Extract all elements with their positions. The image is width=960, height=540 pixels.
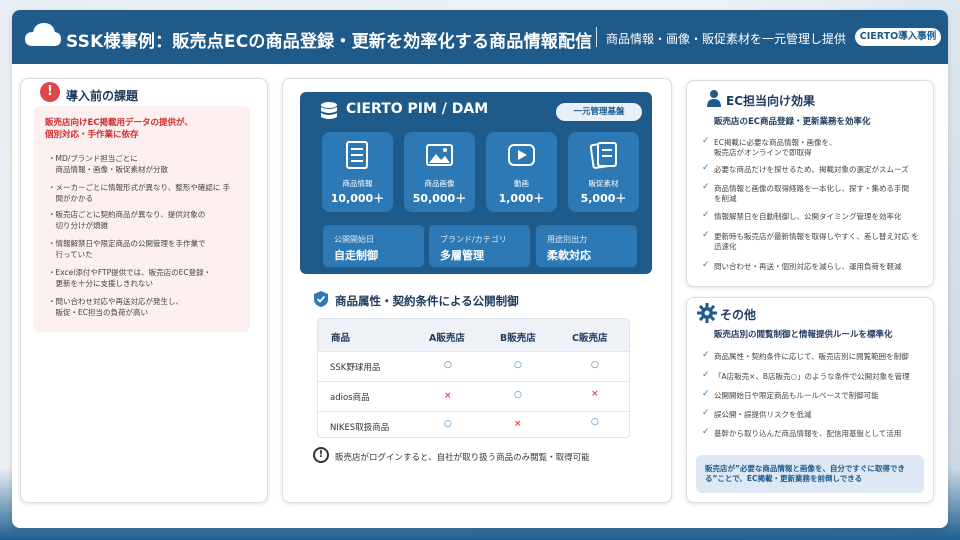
check-icon: ✓ (702, 427, 710, 437)
issues-lead-line1: 販売店向けEC掲載用データの提供が、 (45, 118, 193, 128)
summary-line2: る”ことで、EC掲載・更新業務を前倒しできる (705, 474, 863, 483)
permission-mark: × (444, 391, 452, 401)
header-divider (596, 27, 597, 47)
gear-icon (697, 303, 717, 323)
feature-value: 自走制御 (334, 249, 378, 262)
feature-label: ブランド/カテゴリ (440, 235, 507, 244)
check-icon: ✓ (702, 389, 710, 399)
issue-item: ・販売店ごとに契約商品が異なり、提供対象の 切り分けが煩雑 (48, 210, 206, 230)
feature-tile: 用途別出力 柔軟対応 (536, 225, 637, 267)
feature-label: 公開開始日 (334, 235, 374, 244)
other-lead: 販売店別の閲覧制御と情報提供ルールを標準化 (714, 330, 893, 340)
issue-item: ・問い合わせ対応や再送対応が発生し、 販促・EC担当の負荷が高い (48, 297, 183, 317)
benefit-item: 商品情報と画像の取得経路を一本化し、探す・集める手間 を削減 (714, 184, 909, 203)
benefit-item: 更新時も販売店が最新情報を取得しやすく、差し替え対応 を迅速化 (714, 232, 919, 251)
permission-mark: ○ (444, 419, 452, 429)
feature-tile: 公開開始日 自走制御 (323, 225, 424, 267)
case-badge: CIERTO導入事例 (855, 28, 941, 46)
issues-title: 導入前の課題 (66, 89, 139, 103)
permission-mark: ○ (444, 360, 452, 370)
row-divider (318, 411, 629, 412)
issue-item: ・Excel添付やFTP提供では、販売店のEC登録・ 更新を十分に支援しきれない (48, 268, 212, 288)
benefit-item: 問い合わせ・再送・個別対応を減らし、運用負荷を軽減 (714, 262, 902, 271)
asset-count: 5,000＋ (580, 192, 627, 205)
shield-icon (314, 291, 328, 307)
permission-mark: ○ (514, 360, 522, 370)
permission-mark: ○ (591, 417, 599, 427)
asset-tile: 販促素材 5,000＋ (568, 132, 639, 212)
feature-label: 用途別出力 (547, 235, 587, 244)
cloud-icon (25, 23, 61, 46)
asset-tile: 動画 1,000＋ (486, 132, 557, 212)
check-icon: ✓ (702, 136, 710, 146)
column-header: B販売店 (500, 333, 536, 344)
other-title: その他 (720, 308, 757, 322)
permission-mark: ○ (591, 360, 599, 370)
alert-icon: ! (40, 82, 60, 102)
page-title: SSK様事例：販売点ECの商品登録・更新を効率化する商品情報配信 (66, 32, 593, 52)
asset-label: 商品画像 (424, 179, 455, 188)
permission-mark: × (591, 389, 599, 399)
permission-mark: × (514, 419, 522, 429)
check-icon: ✓ (702, 163, 710, 173)
feature-tile: ブランド/カテゴリ 多層管理 (429, 225, 530, 267)
summary-text: 販売店が”必要な商品情報と画像を、自分ですぐに取得でき る”ことで、EC掲載・更… (705, 464, 905, 484)
database-icon (321, 102, 337, 119)
rule-item: 「A店販売×、B店販売○」のような条件で公開対象を管理 (714, 372, 910, 381)
column-header: A販売店 (429, 333, 465, 344)
check-icon: ✓ (702, 182, 710, 192)
asset-label: 販促素材 (588, 179, 619, 188)
video-icon (508, 144, 535, 166)
rule-item: 公開開始日や限定商品もルールベースで制御可能 (714, 391, 879, 400)
check-icon: ✓ (702, 260, 710, 270)
asset-label: 商品情報 (342, 179, 373, 188)
benefit-item: 必要な商品だけを探せるため、掲載対象の選定がスムーズ (714, 165, 909, 174)
ec-benefits-title: EC担当向け効果 (726, 94, 816, 108)
asset-tile: 商品画像 50,000＋ (404, 132, 475, 212)
benefit-item: 情報解禁日を自動制御し、公開タイミング管理を効率化 (714, 212, 902, 221)
pim-title: CIERTO PIM / DAM (346, 101, 489, 117)
check-icon: ✓ (702, 370, 710, 380)
access-table-title: 商品属性・契約条件による公開制御 (335, 294, 519, 308)
person-icon (707, 90, 721, 107)
row-divider (318, 381, 629, 382)
check-icon: ✓ (702, 210, 710, 220)
issues-lead: 販売店向けEC掲載用データの提供が、 個別対応・手作業に依存 (45, 117, 193, 141)
feature-value: 多層管理 (440, 249, 484, 262)
page-subtitle: 商品情報・画像・販促素材を一元管理し提供 (606, 32, 847, 46)
asset-count: 50,000＋ (412, 192, 467, 205)
issue-item: ・MD/ブランド担当ごとに 商品情報・画像・販促素材が分散 (48, 154, 168, 174)
table-row-label: SSK野球用品 (330, 363, 381, 373)
access-table: 商品 A販売店 B販売店 C販売店 SSK野球用品 ○ ○ ○ adios商品 … (317, 318, 630, 438)
image-icon (426, 144, 453, 166)
check-icon: ✓ (702, 350, 710, 360)
table-row-label: NIKES取扱商品 (330, 423, 390, 433)
permission-mark: ○ (514, 390, 522, 400)
list-icon (346, 141, 368, 169)
feature-value: 柔軟対応 (547, 249, 591, 262)
asset-tile: 商品情報 10,000＋ (322, 132, 393, 212)
ec-benefits-lead: 販売店のEC商品登録・更新業務を効率化 (714, 117, 871, 127)
pim-badge: 一元管理基盤 (556, 103, 642, 121)
row-divider (318, 351, 629, 352)
rule-item: 商品属性・契約条件に応じて、販売店別に閲覧範囲を制御 (714, 352, 909, 361)
asset-label: 動画 (514, 179, 529, 188)
document-icon (589, 142, 617, 169)
asset-count: 1,000＋ (498, 192, 545, 205)
benefit-item: EC掲載に必要な商品情報・画像を、 販売店がオンラインで即取得 (714, 138, 837, 157)
column-header: 商品 (331, 333, 351, 344)
summary-line1: 販売店が”必要な商品情報と画像を、自分ですぐに取得でき (705, 464, 905, 473)
issue-item: ・メーカーごとに情報形式が異なり、整形や確認に 手 間がかかる (48, 183, 231, 203)
info-icon: ! (313, 447, 329, 463)
check-icon: ✓ (702, 408, 710, 418)
column-header: C販売店 (572, 333, 608, 344)
access-note: 販売店がログインすると、自社が取り扱う商品のみ閲覧・取得可能 (335, 453, 590, 463)
asset-count: 10,000＋ (330, 192, 385, 205)
issue-item: ・情報解禁日や限定商品の公開管理を手作業で 行っていた (48, 239, 206, 259)
table-row-label: adios商品 (330, 393, 370, 403)
rule-item: 基幹から取り込んだ商品情報を、配信用基盤として活用 (714, 429, 902, 438)
check-icon: ✓ (702, 230, 710, 240)
rule-item: 誤公開・誤提供リスクを低減 (714, 410, 812, 419)
issues-lead-line2: 個別対応・手作業に依存 (45, 130, 139, 140)
